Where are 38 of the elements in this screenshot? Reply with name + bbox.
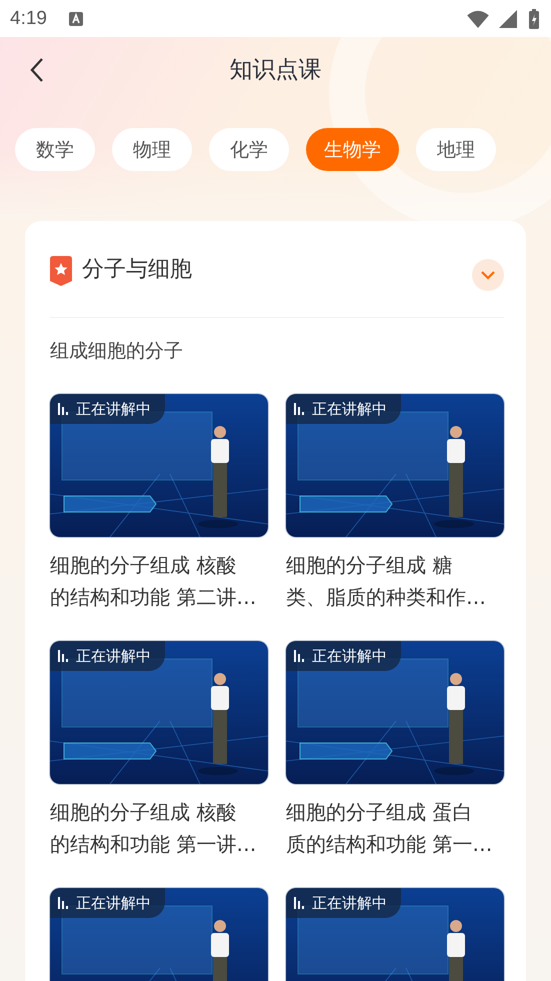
audio-bars-icon [294, 650, 306, 662]
collapse-button[interactable] [472, 259, 504, 291]
badge-label: 正在讲解中 [76, 894, 151, 912]
battery-icon [529, 8, 539, 28]
audio-bars-icon [58, 650, 70, 662]
subject-tab[interactable]: 数学 [15, 128, 95, 171]
status-time: 4:19 [10, 8, 47, 30]
audio-bars-icon [58, 897, 70, 909]
audio-bars-icon [294, 897, 306, 909]
video-title[interactable]: 细胞的分子组成 糖 类、脂质的种类和作… [286, 549, 504, 613]
audio-bars-icon [294, 403, 306, 415]
badge-label: 正在讲解中 [76, 400, 151, 418]
star-badge-icon [50, 256, 72, 286]
video-thumbnail[interactable]: 正在讲解中 [50, 641, 268, 784]
subject-tab[interactable]: 物理 [112, 128, 192, 171]
subject-tab[interactable]: 地理 [416, 128, 496, 171]
video-thumbnail[interactable]: 正在讲解中 [286, 888, 504, 981]
wifi-icon [467, 10, 489, 28]
badge-label: 正在讲解中 [312, 400, 387, 418]
video-title[interactable]: 细胞的分子组成 核酸 的结构和功能 第一讲… [50, 796, 268, 860]
video-thumbnail[interactable]: 正在讲解中 [286, 394, 504, 537]
subject-tab[interactable]: 化学 [209, 128, 289, 171]
subsection-title: 组成细胞的分子 [50, 339, 184, 364]
audio-bars-icon [58, 403, 70, 415]
badge-label: 正在讲解中 [312, 894, 387, 912]
badge-label: 正在讲解中 [76, 646, 151, 666]
badge-label: 正在讲解中 [312, 646, 387, 666]
back-icon[interactable] [30, 57, 44, 83]
signal-icon [497, 10, 519, 28]
page-title: 知识点课 [230, 56, 322, 84]
keyboard-icon [68, 12, 83, 26]
video-thumbnail[interactable]: 正在讲解中 [50, 394, 268, 537]
video-thumbnail[interactable]: 正在讲解中 [286, 641, 504, 784]
video-title[interactable]: 细胞的分子组成 核酸 的结构和功能 第二讲… [50, 549, 268, 613]
section-title: 分子与细胞 [82, 256, 192, 284]
video-title[interactable]: 细胞的分子组成 蛋白 质的结构和功能 第一… [286, 796, 504, 860]
video-thumbnail[interactable]: 正在讲解中 [50, 888, 268, 981]
chevron-down-icon [480, 270, 496, 280]
